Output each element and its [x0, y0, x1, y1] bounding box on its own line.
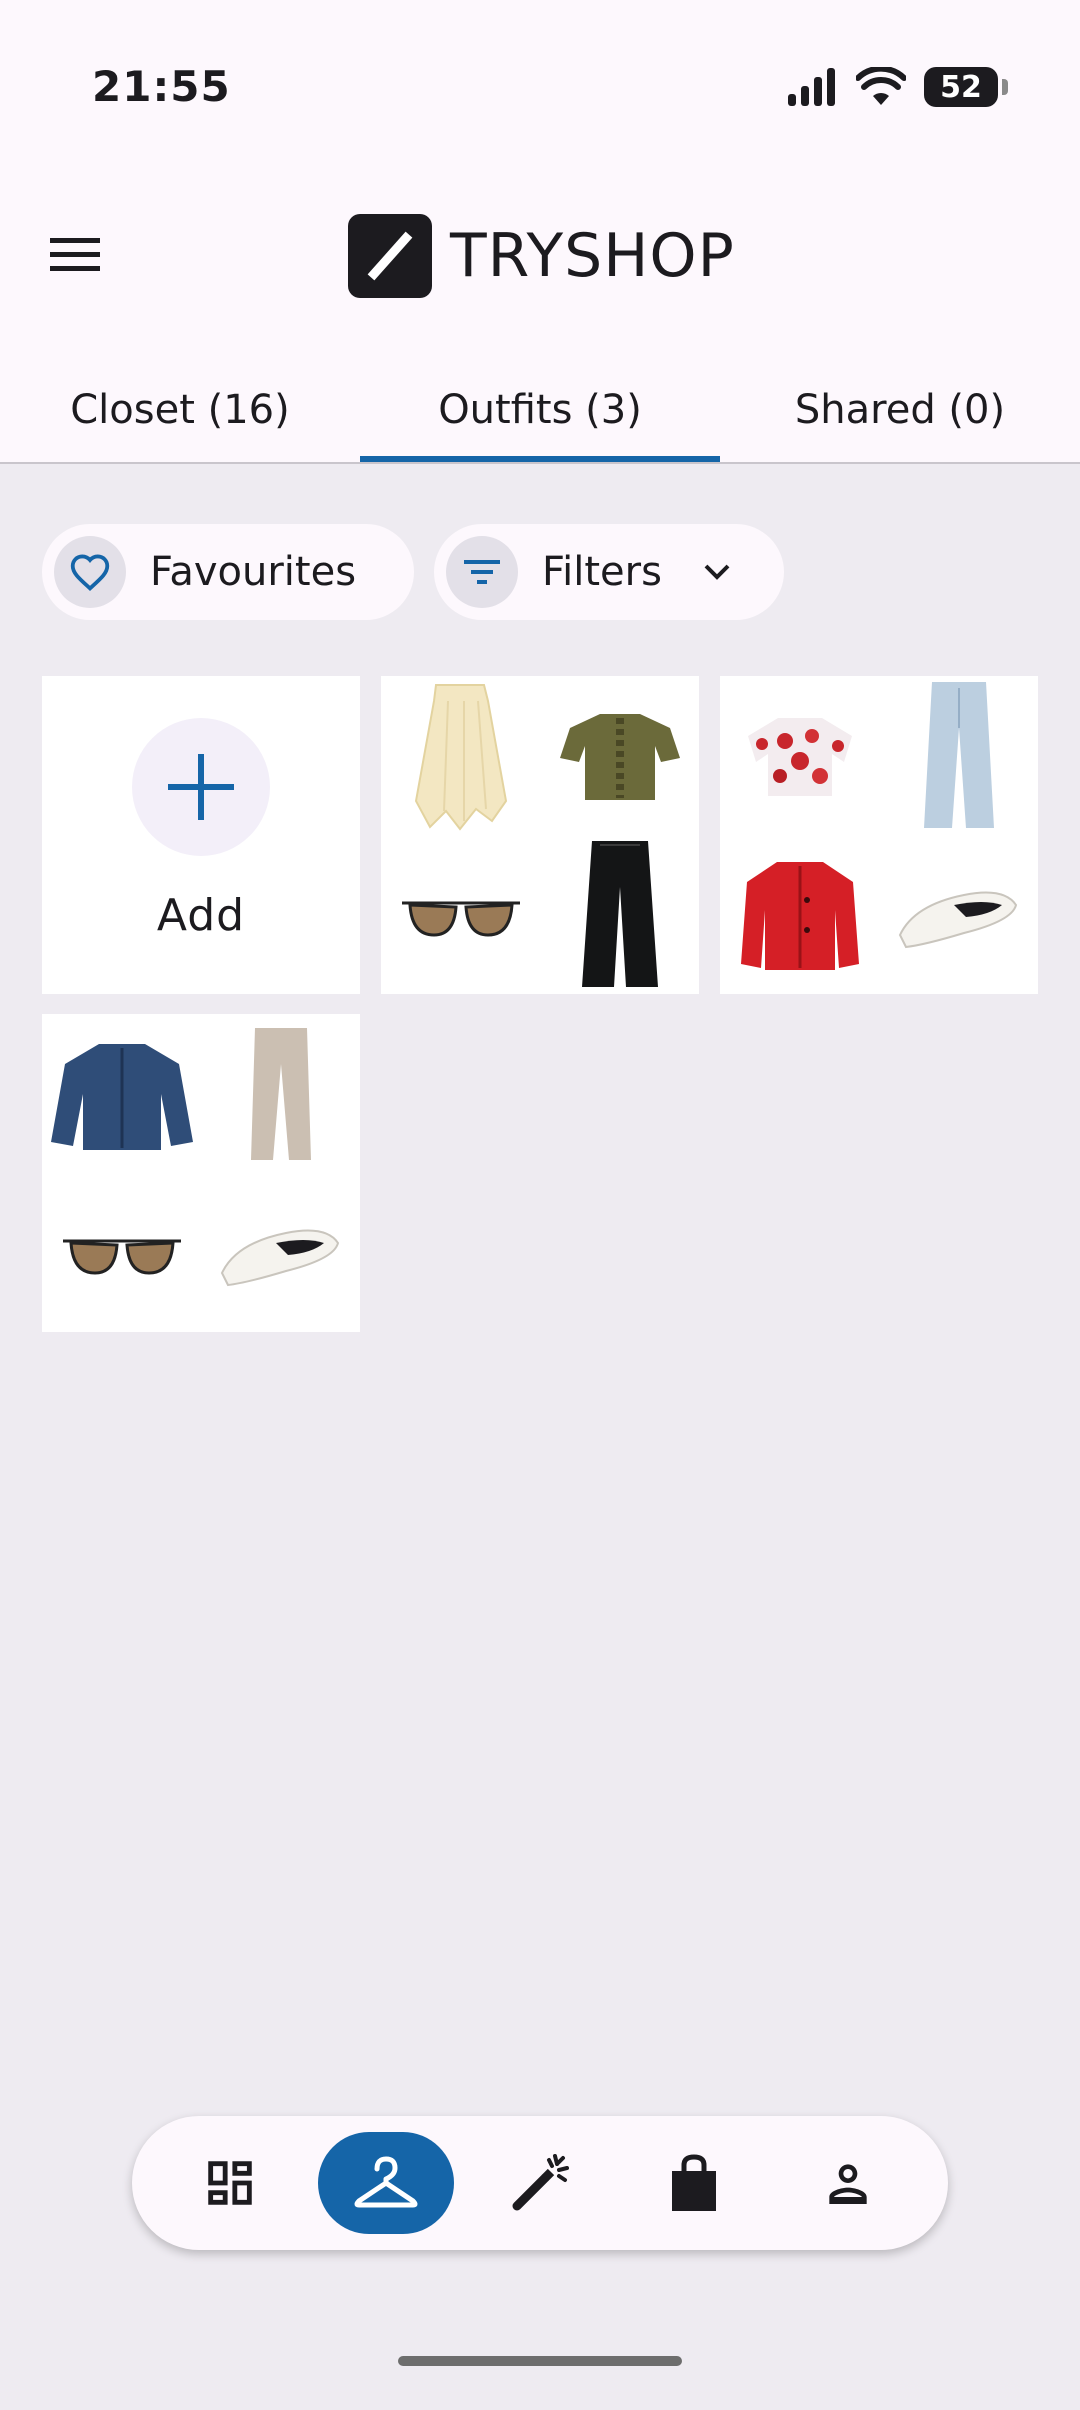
nav-shop[interactable] — [626, 2132, 762, 2234]
home-indicator[interactable] — [398, 2356, 682, 2366]
battery-level: 52 — [940, 69, 982, 105]
app-bar: TRYSHOP — [0, 200, 1080, 310]
filter-icon — [446, 536, 518, 608]
tab-label: Outfits (3) — [438, 387, 642, 433]
status-bar: 21:55 52 — [0, 0, 1080, 170]
outfit-card[interactable] — [381, 676, 699, 994]
hamburger-menu-icon — [50, 238, 100, 271]
brown-aviator-sunglasses-image — [381, 835, 540, 994]
bottom-navigation — [132, 2116, 948, 2250]
floral-puff-sleeve-blouse-image — [720, 676, 879, 835]
black-wide-leg-jeans-image — [540, 835, 699, 994]
dashboard-icon — [208, 2161, 252, 2205]
battery-icon: 52 — [924, 67, 1008, 107]
white-ballet-flats-image — [201, 1173, 360, 1332]
tab-outfits[interactable]: Outfits (3) — [360, 360, 720, 462]
menu-button[interactable] — [40, 220, 110, 290]
tab-closet[interactable]: Closet (16) — [0, 360, 360, 460]
chip-label: Favourites — [150, 549, 357, 595]
nav-profile[interactable] — [780, 2132, 916, 2234]
white-ballet-flats-image — [879, 835, 1038, 994]
blue-tweed-jacket-image — [42, 1014, 201, 1173]
brand-name: TRYSHOP — [450, 221, 735, 291]
shopping-bag-icon — [672, 2154, 716, 2211]
tab-bar: Closet (16) Outfits (3) Shared (0) — [0, 360, 1080, 464]
filters-chip[interactable]: Filters — [434, 524, 784, 620]
outfit-card[interactable] — [42, 1014, 360, 1332]
status-icons: 52 — [786, 62, 1008, 112]
add-label: Add — [156, 890, 246, 941]
add-outfit-tile[interactable]: Add — [42, 676, 360, 994]
tab-shared[interactable]: Shared (0) — [720, 360, 1080, 460]
outfit-card[interactable] — [720, 676, 1038, 994]
person-icon — [829, 2164, 867, 2204]
plus-icon — [132, 718, 270, 856]
tab-indicator — [360, 456, 720, 462]
wifi-icon — [856, 67, 906, 105]
hanger-icon — [354, 2156, 418, 2208]
chip-label: Filters — [542, 549, 662, 595]
heart-outline-icon — [54, 536, 126, 608]
magic-wand-icon — [512, 2154, 569, 2211]
favourites-chip[interactable]: Favourites — [42, 524, 414, 620]
brand: TRYSHOP — [348, 214, 735, 298]
tryshop-logo-icon — [348, 214, 432, 298]
nav-closet[interactable] — [318, 2132, 454, 2234]
tab-label: Closet (16) — [70, 387, 290, 433]
chevron-down-icon — [704, 564, 730, 580]
nav-magic[interactable] — [472, 2132, 608, 2234]
tab-label: Shared (0) — [794, 387, 1006, 433]
nav-dashboard[interactable] — [162, 2132, 298, 2234]
beige-trousers-image — [201, 1014, 360, 1173]
olive-ruffle-blouse-image — [540, 676, 699, 835]
status-time: 21:55 — [92, 62, 231, 111]
signal-icon — [788, 68, 835, 106]
red-jacket-image — [720, 835, 879, 994]
cream-skirt-image — [381, 676, 540, 835]
light-blue-jeans-image — [879, 676, 1038, 835]
brown-aviator-sunglasses-image — [42, 1173, 201, 1332]
